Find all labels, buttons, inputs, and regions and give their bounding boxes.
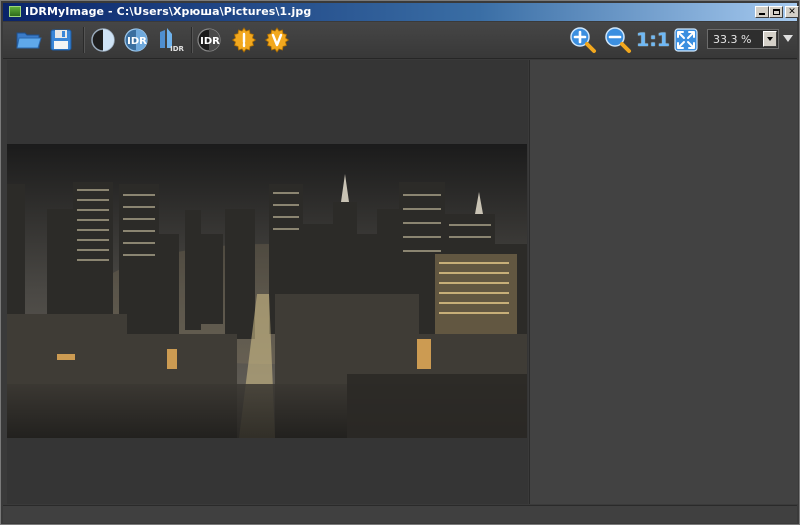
fit-screen-icon [674, 28, 698, 52]
split-idr-icon: IDR [160, 28, 185, 53]
save-floppy-icon [50, 29, 72, 51]
settings-gear-icon [231, 27, 257, 53]
zoom-dropdown-button[interactable] [763, 31, 777, 47]
zoom-value: 33.3 % [713, 33, 752, 46]
info-gear-icon [264, 27, 290, 53]
image-view[interactable] [7, 144, 527, 438]
save-button[interactable] [47, 26, 75, 54]
fit-screen-button[interactable] [672, 26, 700, 54]
settings-button[interactable] [230, 26, 258, 54]
zoom-out-button[interactable] [604, 26, 632, 54]
split-idr-label: IDR [170, 45, 184, 53]
maximize-icon [772, 9, 780, 15]
open-button[interactable] [15, 26, 43, 54]
zoom-out-icon [605, 27, 631, 53]
idr-dark-icon: IDR [197, 28, 221, 52]
chevron-down-icon [767, 37, 773, 41]
actual-size-icon: 1:1 [635, 29, 671, 51]
idr-dark-label: IDR [200, 36, 220, 47]
actual-size-button[interactable]: 1:1 [635, 26, 671, 54]
status-bar [3, 505, 797, 523]
side-panel [529, 60, 798, 504]
toolbar-separator [191, 27, 193, 53]
idr-button[interactable]: IDR [123, 26, 151, 54]
close-icon: ✕ [788, 6, 796, 17]
window-title: IDRMyImage - C:\Users\Хрюша\Pictures\1.j… [25, 5, 312, 18]
title-bar[interactable]: IDRMyImage - C:\Users\Хрюша\Pictures\1.j… [3, 3, 799, 21]
zoom-in-button[interactable] [569, 26, 597, 54]
app-icon [9, 6, 21, 17]
minimize-button[interactable] [755, 6, 769, 18]
minimize-icon [759, 13, 765, 15]
night-city-photo [7, 144, 527, 438]
zoom-in-icon [570, 27, 596, 53]
split-idr-button[interactable]: IDR [157, 26, 185, 54]
contrast-button[interactable] [89, 26, 117, 54]
open-folder-icon [16, 32, 42, 49]
idr-icon: IDR [124, 28, 148, 52]
maximize-button[interactable] [769, 6, 783, 18]
idr-dark-button[interactable]: IDR [196, 26, 224, 54]
app-window: IDRMyImage - C:\Users\Хрюша\Pictures\1.j… [0, 0, 800, 525]
toolbar-menu-arrow-icon[interactable] [783, 35, 793, 42]
close-button[interactable]: ✕ [785, 6, 799, 18]
idr-icon-label: IDR [127, 36, 147, 47]
info-button[interactable] [263, 26, 291, 54]
zoom-select[interactable]: 33.3 % [707, 29, 779, 49]
toolbar: IDR IDR IDR 1:1 33.3 % [3, 22, 797, 59]
toolbar-separator [83, 27, 85, 53]
contrast-icon [91, 28, 115, 52]
